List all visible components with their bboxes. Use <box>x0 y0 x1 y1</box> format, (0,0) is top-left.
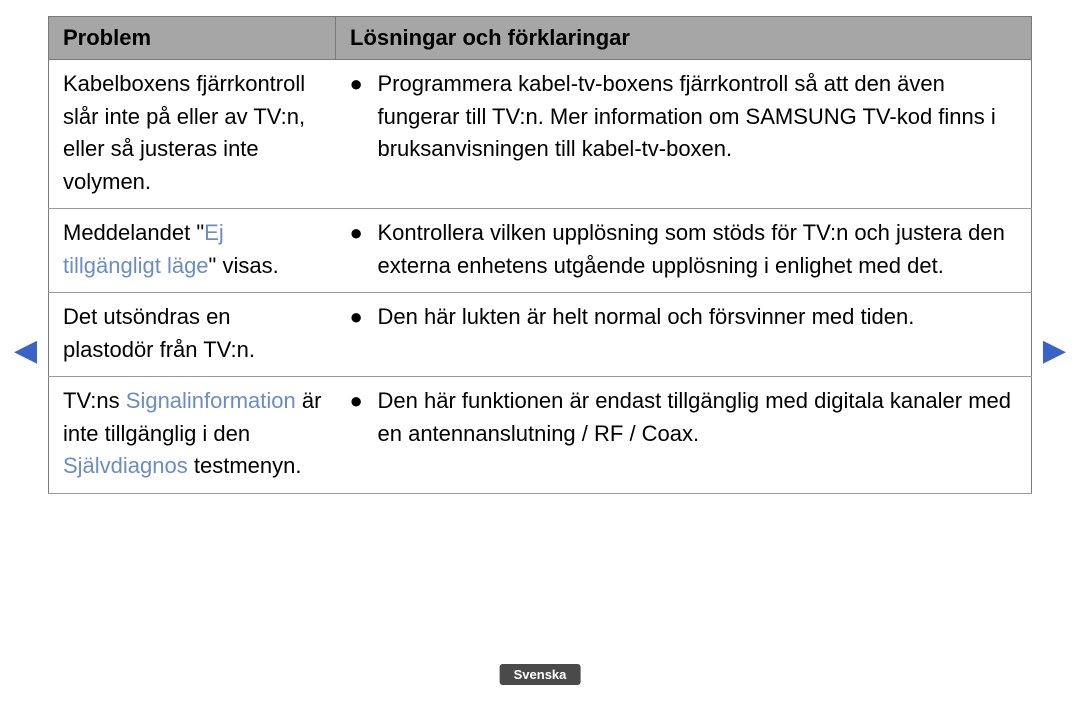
problem-text: Det utsöndras en plastodör från TV:n. <box>63 304 255 362</box>
problem-cell: Kabelboxens fjärrkontroll slår inte på e… <box>49 60 336 209</box>
problem-text-pre: Meddelandet " <box>63 220 204 245</box>
table-row: Meddelandet "Ej tillgängligt läge" visas… <box>49 209 1032 293</box>
solution-text: Programmera kabel-tv-boxens fjärrkontrol… <box>378 68 1018 166</box>
solution-cell: ● Programmera kabel-tv-boxens fjärrkontr… <box>336 60 1032 209</box>
problem-cell: Meddelandet "Ej tillgängligt läge" visas… <box>49 209 336 293</box>
solution-text: Kontrollera vilken upplösning som stöds … <box>378 217 1018 282</box>
table-row: TV:ns Signalinformation är inte tillgäng… <box>49 377 1032 494</box>
bullet-icon: ● <box>350 217 378 282</box>
table-row: Kabelboxens fjärrkontroll slår inte på e… <box>49 60 1032 209</box>
language-badge: Svenska <box>500 664 581 685</box>
problem-text-p1: TV:ns <box>63 388 126 413</box>
problem-highlight-2: Självdiagnos <box>63 453 188 478</box>
problem-text-p3: testmenyn. <box>188 453 302 478</box>
solution-cell: ● Kontrollera vilken upplösning som stöd… <box>336 209 1032 293</box>
solution-text: Den här funktionen är endast tillgänglig… <box>378 385 1018 450</box>
bullet-icon: ● <box>350 301 378 334</box>
next-page-arrow-icon[interactable]: ▶ <box>1043 336 1066 366</box>
bullet-icon: ● <box>350 68 378 166</box>
problem-text-post: " visas. <box>209 253 279 278</box>
problem-cell: TV:ns Signalinformation är inte tillgäng… <box>49 377 336 494</box>
problem-cell: Det utsöndras en plastodör från TV:n. <box>49 293 336 377</box>
problem-text: Kabelboxens fjärrkontroll slår inte på e… <box>63 71 305 194</box>
header-solution: Lösningar och förklaringar <box>336 17 1032 60</box>
bullet-icon: ● <box>350 385 378 450</box>
solution-cell: ● Den här funktionen är endast tillgängl… <box>336 377 1032 494</box>
problem-highlight-1: Signalinformation <box>126 388 296 413</box>
table-row: Det utsöndras en plastodör från TV:n. ● … <box>49 293 1032 377</box>
header-problem: Problem <box>49 17 336 60</box>
troubleshooting-table: Problem Lösningar och förklaringar Kabel… <box>48 16 1032 494</box>
solution-text: Den här lukten är helt normal och försvi… <box>378 301 1018 334</box>
prev-page-arrow-icon[interactable]: ▶ <box>14 336 37 366</box>
solution-cell: ● Den här lukten är helt normal och förs… <box>336 293 1032 377</box>
